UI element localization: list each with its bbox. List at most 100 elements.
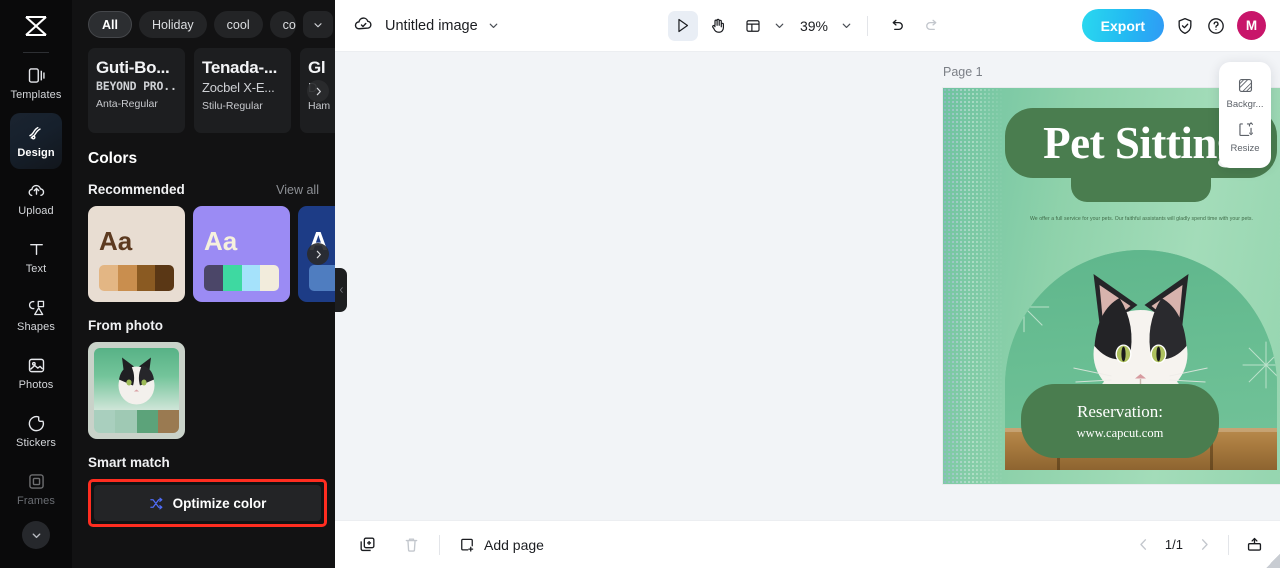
zoom-level[interactable]: 39% bbox=[800, 18, 828, 34]
capcut-editor-window: Templates Design Upload Text Shapes Phot… bbox=[0, 0, 1280, 568]
sidebar-label-templates: Templates bbox=[10, 89, 62, 101]
sidebar-item-frames[interactable]: Frames bbox=[10, 461, 62, 517]
background-label: Backgr... bbox=[1226, 99, 1264, 110]
top-toolbar: Untitled image 39% Export M bbox=[335, 0, 1280, 52]
left-nav-rail: Templates Design Upload Text Shapes Phot… bbox=[0, 0, 72, 568]
background-icon bbox=[1236, 76, 1255, 95]
sidebar-item-text[interactable]: Text bbox=[10, 229, 62, 285]
chip-cool[interactable]: cool bbox=[213, 11, 263, 38]
toolbar-right-group: Export M bbox=[1081, 9, 1266, 42]
font-card-line3: Stilu-Regular bbox=[202, 99, 263, 112]
toolbar-divider bbox=[867, 15, 869, 36]
sidebar-item-shapes[interactable]: Shapes bbox=[10, 287, 62, 343]
resize-label: Resize bbox=[1230, 143, 1260, 154]
chevron-down-icon[interactable] bbox=[302, 11, 333, 38]
trash-icon[interactable] bbox=[397, 531, 425, 559]
resize-button[interactable]: Resize bbox=[1219, 115, 1271, 159]
from-photo-swatches bbox=[94, 409, 179, 433]
chip-all[interactable]: All bbox=[88, 11, 132, 38]
canvas-stage[interactable]: Page 1 Honest Solutions bbox=[335, 52, 1280, 520]
sidebar-item-templates[interactable]: Templates bbox=[10, 55, 62, 111]
help-circle-icon[interactable] bbox=[1206, 16, 1226, 36]
panel-collapse-handle[interactable] bbox=[335, 268, 347, 312]
colors-heading: Colors bbox=[88, 150, 138, 167]
font-card-row: Guti-Bo... BEYOND PRO... Anta-Regular Te… bbox=[88, 48, 335, 133]
title-chevron-down-icon[interactable] bbox=[487, 19, 500, 32]
redo-button[interactable] bbox=[917, 11, 947, 41]
font-card-line1: Gl bbox=[308, 58, 326, 77]
website-text: www.capcut.com bbox=[1076, 425, 1164, 440]
resize-corner[interactable] bbox=[1266, 554, 1280, 568]
chip-concise[interactable]: concise bbox=[269, 11, 296, 38]
from-photo-thumbnail bbox=[94, 348, 179, 410]
design-lede-text[interactable]: We offer a full service for your pets. O… bbox=[973, 216, 1280, 223]
reservation-label: Reservation: bbox=[1077, 401, 1163, 421]
user-avatar[interactable]: M bbox=[1237, 11, 1266, 40]
chevron-right-icon[interactable] bbox=[307, 243, 329, 265]
rail-divider bbox=[23, 52, 49, 53]
duplicate-icon[interactable] bbox=[353, 531, 381, 559]
design-title: Pet Sitting bbox=[1043, 117, 1239, 168]
palette-swatches bbox=[99, 265, 174, 291]
sidebar-item-design[interactable]: Design bbox=[10, 113, 62, 169]
select-tool-button[interactable] bbox=[667, 10, 698, 41]
shield-check-icon[interactable] bbox=[1175, 16, 1195, 36]
right-float-panel: Backgr... Resize bbox=[1219, 62, 1271, 168]
sidebar-label-text: Text bbox=[25, 263, 47, 275]
bottom-divider-2 bbox=[1228, 534, 1229, 555]
sidebar-label-stickers: Stickers bbox=[16, 437, 56, 449]
undo-button[interactable] bbox=[882, 11, 912, 41]
export-button[interactable]: Export bbox=[1081, 9, 1164, 42]
capcut-logo[interactable] bbox=[0, 4, 72, 48]
palette-sample: Aa bbox=[99, 226, 133, 256]
chevron-right-icon[interactable] bbox=[307, 80, 329, 102]
sidebar-item-stickers[interactable]: Stickers bbox=[10, 403, 62, 459]
font-card-line2: Zocbel X-E... bbox=[202, 80, 275, 96]
sparkle-decor-left bbox=[1005, 281, 1050, 333]
add-page-button[interactable]: Add page bbox=[458, 536, 544, 554]
prev-page-icon[interactable] bbox=[1136, 537, 1151, 552]
reservation-shape[interactable]: Reservation: www.capcut.com bbox=[1021, 384, 1219, 458]
bottom-toolbar: Add page 1/1 bbox=[335, 520, 1280, 568]
recommended-heading: Recommended bbox=[88, 182, 185, 197]
palette-card[interactable]: Aa bbox=[193, 206, 290, 302]
sidebar-label-upload: Upload bbox=[18, 205, 54, 217]
layout-chevron-down-icon[interactable] bbox=[773, 19, 786, 32]
sidebar-item-upload[interactable]: Upload bbox=[10, 171, 62, 227]
next-page-icon[interactable] bbox=[1197, 537, 1212, 552]
view-all-link[interactable]: View all bbox=[276, 183, 319, 197]
background-button[interactable]: Backgr... bbox=[1219, 71, 1271, 115]
font-card[interactable]: Guti-Bo... BEYOND PRO... Anta-Regular bbox=[88, 48, 185, 133]
palette-swatches bbox=[204, 265, 279, 291]
left-dot-pattern bbox=[943, 88, 1005, 484]
font-card-line3: Ham bbox=[308, 99, 331, 112]
sidebar-label-frames: Frames bbox=[17, 495, 55, 507]
optimize-color-highlight: Optimize color bbox=[88, 479, 327, 527]
recommended-row: Recommended View all bbox=[88, 182, 319, 197]
font-card-line1: Guti-Bo... bbox=[96, 58, 170, 77]
palette-card[interactable]: Aa bbox=[88, 206, 185, 302]
zoom-chevron-down-icon[interactable] bbox=[840, 19, 853, 32]
optimize-color-button[interactable]: Optimize color bbox=[94, 485, 321, 521]
hand-tool-button[interactable] bbox=[703, 11, 733, 41]
document-title[interactable]: Untitled image bbox=[385, 18, 478, 34]
optimize-color-label: Optimize color bbox=[172, 495, 267, 511]
cloud-saved-icon bbox=[353, 13, 374, 39]
timeline-icon[interactable] bbox=[1245, 535, 1264, 554]
font-card[interactable]: Tenada-... Zocbel X-E... Stilu-Regular bbox=[194, 48, 291, 133]
bottom-divider bbox=[439, 534, 440, 555]
page-indicator: 1/1 bbox=[1164, 537, 1183, 552]
font-card-line2: BEYOND PRO... bbox=[96, 79, 177, 94]
font-card-line1: Tenada-... bbox=[202, 58, 278, 77]
sidebar-label-shapes: Shapes bbox=[17, 321, 55, 333]
add-page-icon bbox=[458, 536, 476, 554]
design-panel: All Holiday cool concise Guti-Bo... BEYO… bbox=[72, 0, 335, 568]
palette-row: Aa Aa A bbox=[88, 206, 335, 302]
smart-match-heading: Smart match bbox=[88, 455, 170, 470]
editor-main: Untitled image 39% Export M Page 1 Pet S… bbox=[335, 0, 1280, 568]
from-photo-card[interactable] bbox=[88, 342, 185, 439]
sidebar-item-photos[interactable]: Photos bbox=[10, 345, 62, 401]
layout-tool-button[interactable] bbox=[738, 11, 768, 41]
rail-expand-button[interactable] bbox=[22, 521, 50, 549]
chip-holiday[interactable]: Holiday bbox=[138, 11, 207, 38]
